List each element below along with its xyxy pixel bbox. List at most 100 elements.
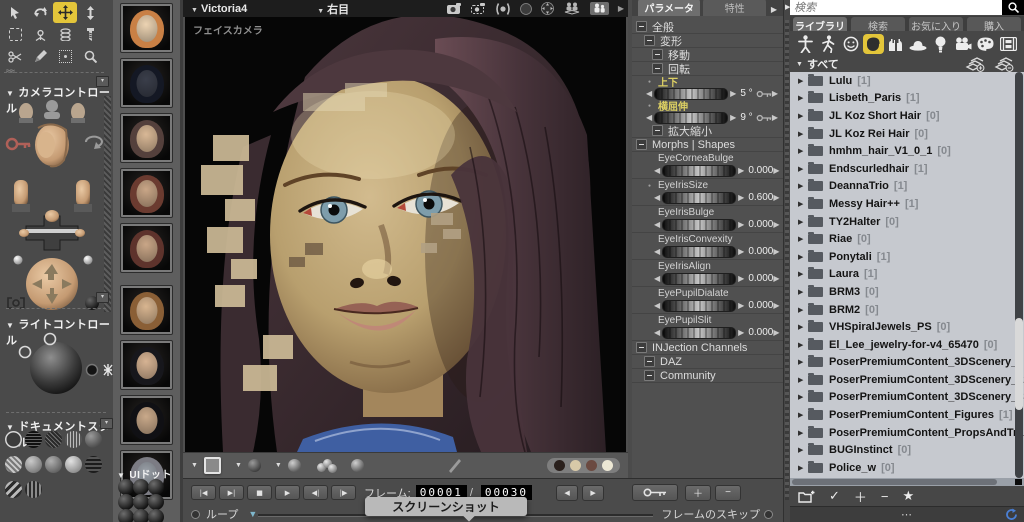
expand-arrow-icon[interactable]: ▶	[798, 446, 808, 454]
list-item[interactable]: ▶ Ponytali [1]	[790, 248, 1024, 266]
parameter-dial[interactable]	[662, 192, 736, 204]
dial-value[interactable]: 0.000	[748, 273, 773, 284]
expand-arrow-icon[interactable]: ▶	[798, 358, 808, 366]
category-expressions-icon[interactable]	[840, 34, 861, 54]
list-item[interactable]: ▶ PoserPremiumContent_3DScenery_01 [0]	[790, 354, 1024, 372]
multi-ball-icon[interactable]	[317, 459, 337, 473]
dial-menu-arrow-icon[interactable]: ▶	[773, 193, 779, 202]
figure-menu[interactable]: ▼Victoria4	[191, 3, 247, 15]
style-sphere[interactable]	[25, 481, 42, 498]
dial-menu-arrow-icon[interactable]: ▶	[773, 166, 779, 175]
library-horizontal-scroll-thumb[interactable]	[792, 479, 997, 485]
transport-button[interactable]: ◀|	[303, 485, 328, 500]
expand-arrow-icon[interactable]: ▶	[798, 464, 808, 472]
move-tool-icon[interactable]	[53, 2, 77, 23]
dial-decrement-icon[interactable]: ◀	[654, 274, 660, 283]
dial-menu-arrow-icon[interactable]: ▶	[773, 247, 779, 256]
dial-decrement-icon[interactable]: ◀	[654, 247, 660, 256]
dial-increment-icon[interactable]: ▶	[738, 193, 744, 202]
category-materials-icon[interactable]	[975, 34, 996, 54]
key-icon[interactable]	[756, 90, 772, 98]
list-item[interactable]: ▶ TY2Halter [0]	[790, 213, 1024, 231]
dial-decrement-icon[interactable]: ◀	[646, 113, 652, 122]
list-item[interactable]: ▶ PoserPremiumContent_3DScenery_03 [0]	[790, 389, 1024, 407]
sphere-icon[interactable]	[520, 3, 532, 15]
color-swatch-ground[interactable]	[602, 460, 613, 471]
transport-button[interactable]: |▶	[331, 485, 356, 500]
screw-tool-icon[interactable]	[78, 24, 102, 45]
tracking-box-icon[interactable]	[204, 457, 221, 474]
paren-dot-icon[interactable]	[495, 3, 511, 15]
library-vertical-scroll-thumb[interactable]	[1015, 318, 1023, 410]
list-item[interactable]: ▶ Messy Hair++ [1]	[790, 195, 1024, 213]
next-keyframe-button[interactable]: ▶	[582, 485, 604, 501]
style-sphere[interactable]	[65, 431, 82, 448]
list-item[interactable]: ▶ BRM3 [0]	[790, 283, 1024, 301]
character-thumbnail[interactable]	[120, 168, 173, 218]
tree-group-transform[interactable]: 変形	[632, 34, 783, 48]
list-item[interactable]: ▶ PoserPremiumContent_3DScenery_02 [0]	[790, 371, 1024, 389]
dial-increment-icon[interactable]: ▶	[738, 301, 744, 310]
style-sphere[interactable]	[25, 456, 42, 473]
expand-arrow-icon[interactable]: ▶	[798, 306, 808, 314]
new-folder-icon[interactable]	[798, 490, 815, 503]
style-sphere[interactable]	[85, 456, 102, 473]
remove-frames-button[interactable]: −	[715, 485, 741, 501]
transport-button[interactable]: ▶	[275, 485, 300, 500]
expand-arrow-icon[interactable]: ▶	[798, 323, 808, 331]
dial-value[interactable]: 5 °	[740, 88, 752, 99]
remove-icon[interactable]: −	[881, 489, 889, 504]
tab-properties[interactable]: 特性	[703, 0, 765, 16]
dial-menu-arrow-icon[interactable]: ▶	[772, 113, 778, 122]
marquee-tool-icon[interactable]	[3, 24, 27, 45]
library-vertical-scrollbar[interactable]	[1015, 72, 1023, 478]
dial-decrement-icon[interactable]: ◀	[654, 301, 660, 310]
camera-panel-menu-button[interactable]: ▾	[96, 292, 109, 303]
character-thumbnail[interactable]	[120, 58, 173, 108]
tree-group-scale[interactable]: 拡大縮小	[632, 124, 783, 138]
playhead-marker[interactable]: ▼	[248, 509, 257, 519]
ui-dot[interactable]	[118, 509, 134, 522]
dial-menu-arrow-icon[interactable]: ▶	[773, 220, 779, 229]
category-poses-icon[interactable]	[818, 34, 839, 54]
resize-grip[interactable]: ⋯	[901, 508, 913, 521]
list-item[interactable]: ▶ JL Koz Rei Hair [0]	[790, 125, 1024, 143]
loop-radio[interactable]	[191, 510, 200, 519]
tracking-ball-icon[interactable]	[248, 459, 261, 472]
refresh-icon[interactable]	[1005, 508, 1018, 521]
search-button[interactable]	[1002, 0, 1024, 15]
list-item[interactable]: ▶ hmhm_hair_V1_0_1 [0]	[790, 142, 1024, 160]
ui-dot[interactable]	[148, 509, 164, 522]
collapse-box-icon[interactable]	[652, 125, 663, 136]
character-thumbnail[interactable]	[120, 113, 173, 163]
ui-dot[interactable]	[118, 494, 134, 510]
tree-group-morphs[interactable]: Morphs | Shapes	[632, 138, 783, 152]
list-item[interactable]: ▶ Police_w [0]	[790, 459, 1024, 477]
dial-value[interactable]: 0.000	[748, 219, 773, 230]
expand-arrow-icon[interactable]: ▶	[798, 200, 808, 208]
list-item[interactable]: ▶ Riae [0]	[790, 230, 1024, 248]
dropdown-arrow-icon[interactable]: ▼	[235, 462, 242, 469]
tree-group-general[interactable]: 全般	[632, 20, 783, 34]
dial-value[interactable]: 0.000	[748, 300, 773, 311]
tab-search[interactable]: 検索	[851, 17, 905, 31]
expand-arrow-icon[interactable]: ▶	[798, 94, 808, 102]
dial-increment-icon[interactable]: ▶	[738, 247, 744, 256]
parameter-dial[interactable]	[662, 219, 736, 231]
list-item[interactable]: ▶ JL Koz Short Hair [0]	[790, 107, 1024, 125]
ui-dot[interactable]	[133, 509, 149, 522]
search-input[interactable]	[790, 0, 1002, 15]
camera-icon[interactable]	[447, 3, 462, 14]
dropdown-arrow-icon[interactable]: ▼	[275, 462, 282, 469]
parameter-dial[interactable]	[662, 165, 736, 177]
more-arrow-icon[interactable]: ▶	[618, 4, 624, 13]
dial-decrement-icon[interactable]: ◀	[654, 220, 660, 229]
prev-keyframe-button[interactable]: ◀	[556, 485, 578, 501]
tree-group-community[interactable]: Community	[632, 369, 783, 383]
camera-dotted-icon[interactable]	[471, 3, 486, 14]
parameter-dial[interactable]	[662, 300, 736, 312]
collapse-box-icon[interactable]	[644, 35, 655, 46]
dial-menu-arrow-icon[interactable]: ▶	[772, 89, 778, 98]
category-scenes-icon[interactable]	[998, 34, 1019, 54]
list-item[interactable]: ▶ VHSpiralJewels_PS [0]	[790, 318, 1024, 336]
